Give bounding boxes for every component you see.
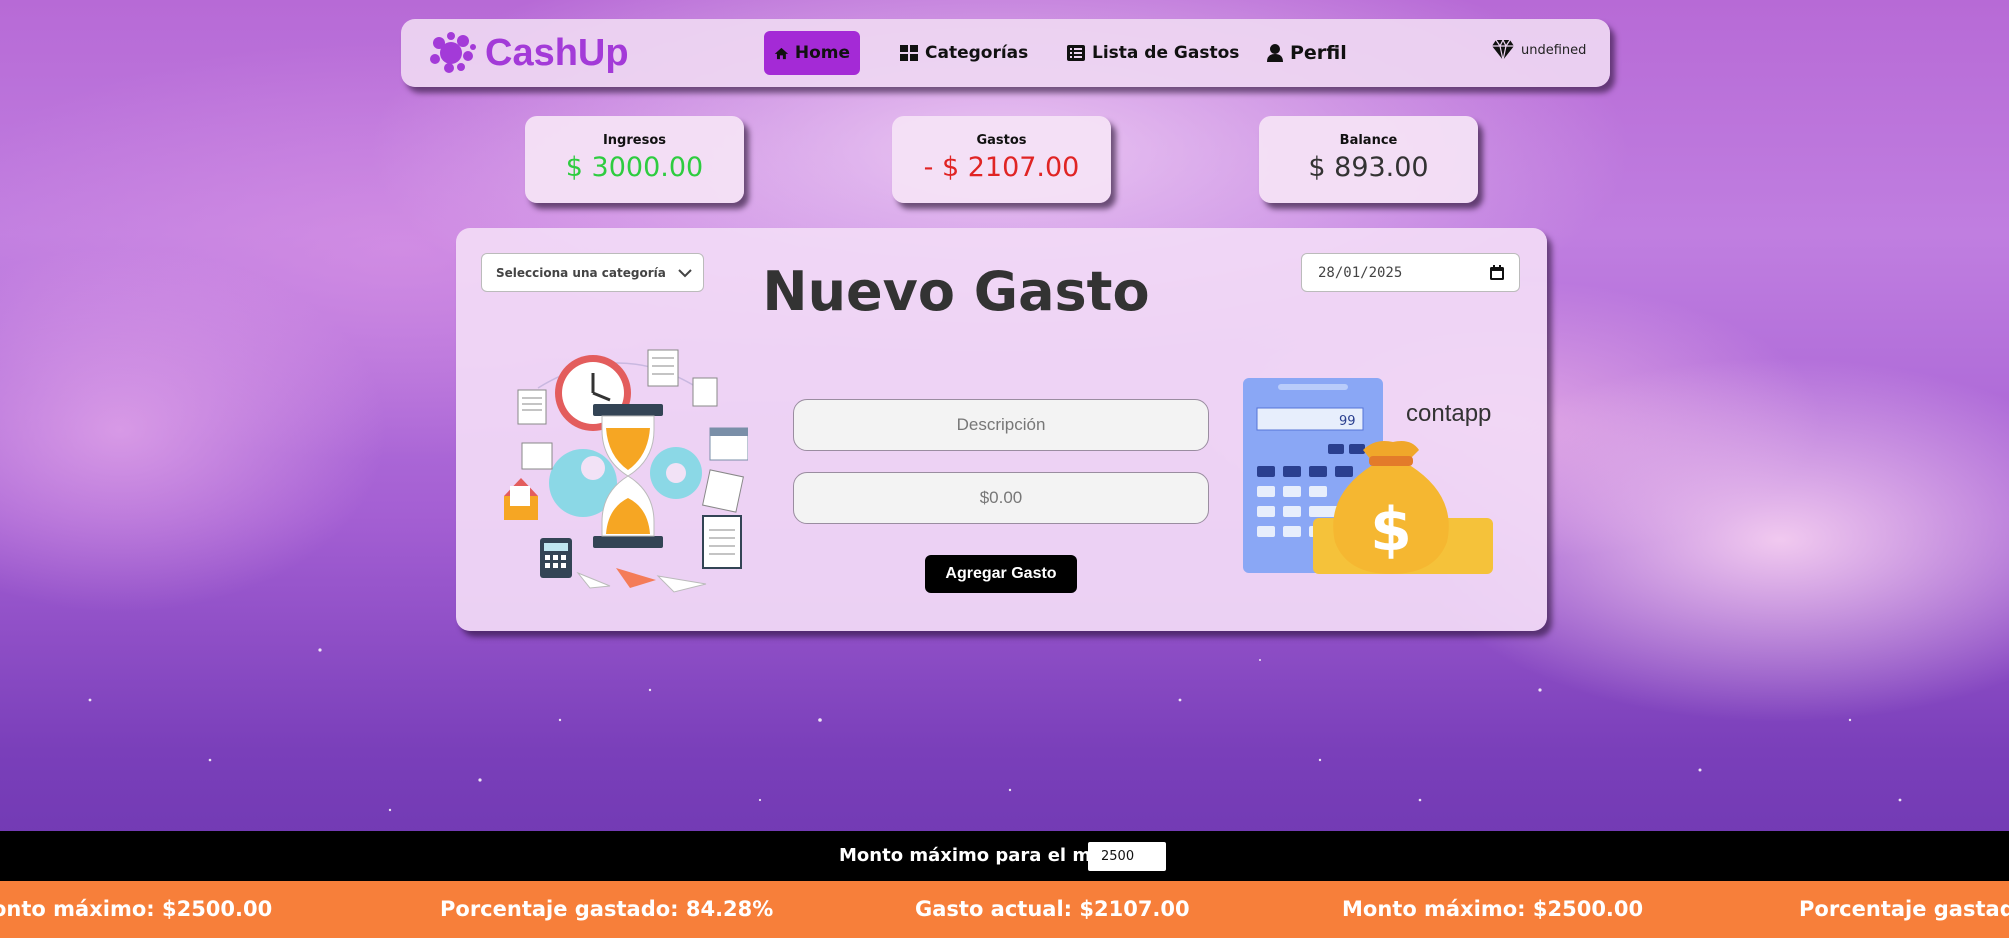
date-input[interactable]: 28/01/2025 bbox=[1301, 253, 1520, 292]
time-management-illustration bbox=[504, 349, 748, 593]
income-card: Ingresos $ 3000.00 bbox=[525, 116, 744, 203]
nav-item-lista-gastos[interactable]: Lista de Gastos bbox=[1056, 31, 1249, 75]
summary-ticker: onto máximo: $2500.00 Porcentaje gastado… bbox=[0, 881, 2009, 938]
brand-name: CashUp bbox=[485, 31, 629, 74]
amount-input[interactable]: $0.00 bbox=[793, 472, 1209, 524]
expense-card: Gastos - $ 2107.00 bbox=[892, 116, 1111, 203]
category-select[interactable]: Selecciona una categoría bbox=[481, 253, 704, 292]
nav-item-label: Home bbox=[794, 43, 850, 63]
nav-item-perfil[interactable]: Perfil bbox=[1256, 31, 1357, 75]
category-select-label: Selecciona una categoría bbox=[496, 266, 666, 280]
income-value: $ 3000.00 bbox=[565, 152, 704, 183]
income-label: Ingresos bbox=[602, 133, 667, 148]
ticker-item: onto máximo: $2500.00 bbox=[0, 897, 273, 921]
monthly-limit-label: Monto máximo para el mes: bbox=[839, 845, 1122, 866]
navbar: CashUp Home Categorías Lista de Gastos P… bbox=[401, 19, 1610, 87]
grid-icon bbox=[900, 45, 918, 61]
list-icon bbox=[1067, 45, 1085, 61]
svg-text:$: $ bbox=[1370, 495, 1412, 565]
contapp-logo: contapp bbox=[1406, 400, 1492, 427]
chevron-down-icon bbox=[678, 269, 692, 278]
expense-value: - $ 2107.00 bbox=[923, 152, 1080, 183]
nav-item-label: Lista de Gastos bbox=[1092, 43, 1240, 63]
new-expense-card: Selecciona una categoría Nuevo Gasto 28/… bbox=[456, 228, 1547, 631]
nav-item-categorias[interactable]: Categorías bbox=[889, 31, 1038, 75]
calculator-display: 99 bbox=[1339, 414, 1356, 429]
user-label: undefined bbox=[1521, 42, 1587, 58]
user-icon bbox=[1267, 44, 1283, 62]
page-title: Nuevo Gasto bbox=[762, 260, 1150, 323]
nav-item-label: Perfil bbox=[1290, 42, 1347, 64]
balance-label: Balance bbox=[1339, 133, 1398, 148]
date-value: 28/01/2025 bbox=[1318, 265, 1403, 281]
nav-user[interactable]: undefined bbox=[1491, 39, 1586, 61]
expense-label: Gastos bbox=[976, 133, 1027, 148]
ticker-item: Porcentaje gastado: 8 bbox=[1799, 897, 2009, 921]
calendar-icon[interactable] bbox=[1489, 265, 1505, 281]
ticker-item: Gasto actual: $2107.00 bbox=[915, 897, 1190, 921]
gem-icon bbox=[1492, 39, 1514, 61]
description-input[interactable]: Descripción bbox=[793, 399, 1209, 451]
monthly-limit-bar: Monto máximo para el mes: 2500 bbox=[0, 831, 2009, 881]
add-expense-button[interactable]: Agregar Gasto bbox=[925, 555, 1077, 593]
ticker-item: Monto máximo: $2500.00 bbox=[1342, 897, 1644, 921]
cashup-logo-icon bbox=[430, 32, 476, 73]
monthly-limit-input[interactable]: 2500 bbox=[1088, 842, 1166, 871]
balance-card: Balance $ 893.00 bbox=[1259, 116, 1478, 203]
home-icon bbox=[774, 47, 789, 59]
brand[interactable]: CashUp bbox=[427, 31, 629, 75]
nav-item-home[interactable]: Home bbox=[764, 31, 860, 75]
balance-value: $ 893.00 bbox=[1308, 152, 1429, 183]
ticker-item: Porcentaje gastado: 84.28% bbox=[440, 897, 774, 921]
nav-item-label: Categorías bbox=[925, 43, 1029, 63]
